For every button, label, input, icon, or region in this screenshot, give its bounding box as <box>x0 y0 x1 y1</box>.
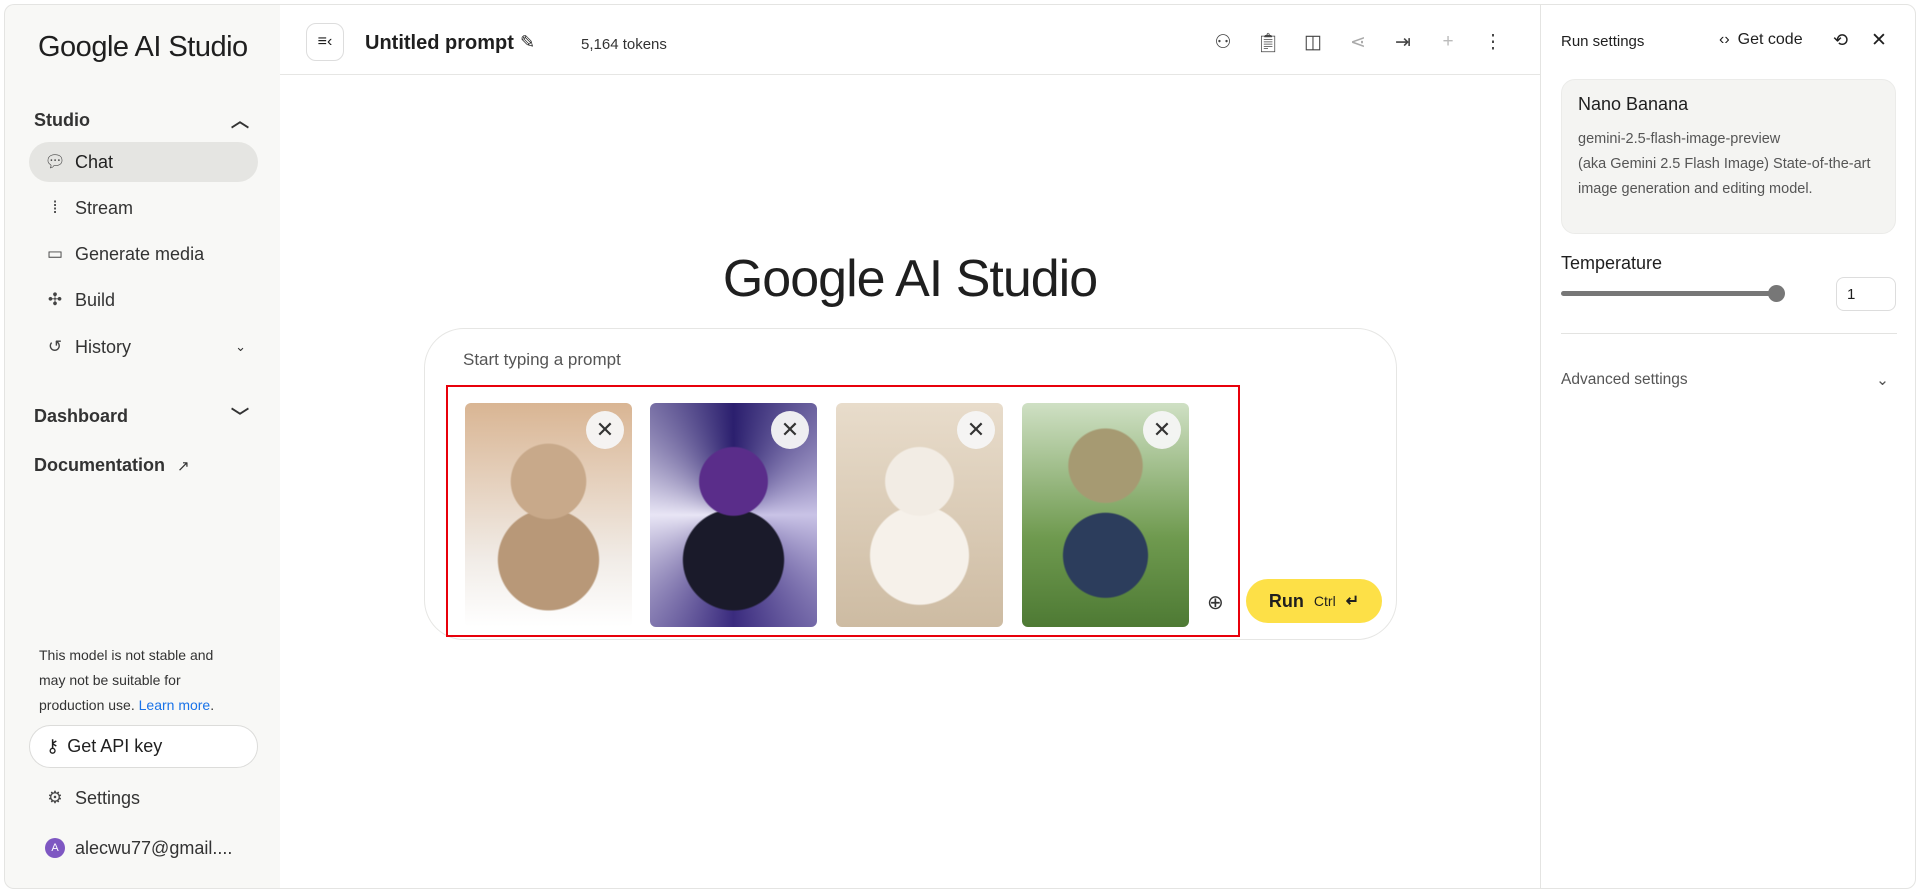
remove-image-icon[interactable]: ✕ <box>957 411 995 449</box>
prompt-title: Untitled prompt <box>365 32 514 54</box>
attached-image-3[interactable]: ✕ <box>836 403 1003 627</box>
account-button[interactable]: Aalecwu77@gmail.... <box>29 828 258 868</box>
account-email: alecwu77@gmail.... <box>75 837 233 858</box>
sidebar-item-build[interactable]: ✣ Build <box>29 280 258 320</box>
add-media-icon[interactable]: ⊕ <box>1207 590 1224 615</box>
sidebar-item-label: Build <box>75 289 116 310</box>
model-card[interactable]: Nano Banana gemini-2.5-flash-image-previ… <box>1561 79 1896 234</box>
app-logo: Google AI Studio <box>38 31 248 63</box>
image-icon: ▭ <box>46 244 64 263</box>
documentation-link[interactable]: Documentation ↗ <box>34 455 190 476</box>
avatar: A <box>45 838 65 858</box>
attached-image-4[interactable]: ✕ <box>1022 403 1189 627</box>
edit-title-icon[interactable]: ✎ <box>520 32 535 53</box>
remove-image-icon[interactable]: ✕ <box>586 411 624 449</box>
enter-icon: ↵ <box>1345 593 1360 610</box>
temperature-slider[interactable] <box>1561 285 1785 302</box>
get-code-button[interactable]: ‹› Get code <box>1719 31 1803 49</box>
code-icon: ‹› <box>1719 31 1730 48</box>
sidebar-item-label: Generate media <box>75 243 205 264</box>
compress-icon[interactable]: ⇥ <box>1390 31 1416 55</box>
header-toolbar: ⚇ 📋︎ ◫ ⋖ ⇥ + ⋮ <box>1210 31 1506 55</box>
gear-icon: ⚙ <box>47 788 63 807</box>
waveform-icon: ⦙ <box>53 198 57 217</box>
studio-section-toggle[interactable]: Studio ︿ <box>34 107 249 133</box>
run-shortcut: Ctrl <box>1313 593 1336 609</box>
key-icon: ⚷ <box>46 736 60 756</box>
sidebar: Google AI Studio Studio ︿ 💬︎ Chat ⦙ Stream … <box>4 4 280 889</box>
sidebar-item-history[interactable]: ↺ History ⌄ <box>29 327 254 367</box>
attached-image-1[interactable]: ✕ <box>465 403 632 627</box>
dashboard-section-toggle[interactable]: Dashboard ﹀ <box>34 403 249 429</box>
documentation-label: Documentation <box>34 455 166 475</box>
temperature-label: Temperature <box>1561 253 1663 273</box>
get-code-label: Get code <box>1737 31 1803 48</box>
run-button[interactable]: Run Ctrl ↵ <box>1246 579 1382 623</box>
chevron-down-icon: ⌄ <box>235 339 246 354</box>
chevron-down-icon: ⌄ <box>1876 372 1889 389</box>
model-notice: This model is not stable and may not be … <box>39 647 215 713</box>
advanced-settings-toggle[interactable]: Advanced settings ⌄ <box>1561 371 1889 390</box>
remove-image-icon[interactable]: ✕ <box>771 411 809 449</box>
more-vert-icon[interactable]: ⋮ <box>1480 31 1506 55</box>
sidebar-item-generate-media[interactable]: ▭ Generate media <box>29 234 258 274</box>
model-name: Nano Banana <box>1578 94 1689 114</box>
close-icon[interactable]: ✕ <box>1871 29 1887 52</box>
sidebar-item-label: Stream <box>75 197 134 218</box>
history-icon: ↺ <box>47 337 63 356</box>
attached-image-2[interactable]: ✕ <box>650 403 817 627</box>
chevron-down-icon: ﹀ <box>231 407 249 427</box>
toggle-sidebar-button[interactable]: ≡‹ <box>306 23 344 61</box>
sidebar-item-chat[interactable]: 💬︎ Chat <box>29 142 258 182</box>
incognito-icon[interactable]: ⚇ <box>1210 31 1236 55</box>
chevron-up-icon: ︿ <box>231 111 249 131</box>
collapse-icon: ≡‹ <box>317 33 333 50</box>
main-area: ≡‹ Untitled prompt ✎ 5,164 tokens ⚇ 📋︎ ◫… <box>280 4 1540 889</box>
advanced-settings-label: Advanced settings <box>1561 371 1688 388</box>
temperature-input[interactable]: 1 <box>1836 277 1896 311</box>
center-logo: Google AI Studio <box>722 250 1098 308</box>
compare-icon[interactable]: ◫ <box>1300 31 1326 55</box>
run-settings-panel: Run settings ‹› Get code ⟲ ✕ Nano Banana … <box>1540 4 1916 889</box>
settings-button[interactable]: ⚙ Settings <box>29 778 258 818</box>
model-description: (aka Gemini 2.5 Flash Image) State-of-th… <box>1578 156 1871 197</box>
divider <box>1561 333 1897 334</box>
plus-icon[interactable]: + <box>1435 31 1461 55</box>
external-link-icon: ↗ <box>177 457 190 475</box>
sidebar-item-stream[interactable]: ⦙ Stream <box>29 188 258 228</box>
puzzle-icon: ✣ <box>47 290 63 309</box>
settings-label: Settings <box>75 787 141 808</box>
run-label: Run <box>1268 590 1304 611</box>
share-icon[interactable]: ⋖ <box>1345 31 1371 55</box>
remove-image-icon[interactable]: ✕ <box>1143 411 1181 449</box>
model-id: gemini-2.5-flash-image-preview <box>1578 131 1781 147</box>
token-count: 5,164 tokens <box>581 36 667 53</box>
prompt-input[interactable]: Start typing a prompt <box>463 350 621 370</box>
api-key-label: Get API key <box>67 736 163 756</box>
chat-icon: 💬︎ <box>44 152 66 171</box>
studio-label: Studio <box>34 109 90 130</box>
run-settings-title: Run settings <box>1561 33 1645 50</box>
dashboard-label: Dashboard <box>34 405 129 426</box>
get-api-key-button[interactable]: ⚷ Get API key <box>29 725 258 768</box>
clipboard-icon[interactable]: 📋︎ <box>1255 31 1281 55</box>
slider-thumb[interactable] <box>1768 285 1785 302</box>
sidebar-item-label: Chat <box>75 151 114 172</box>
reset-settings-icon[interactable]: ⟲ <box>1833 30 1848 51</box>
sidebar-item-label: History <box>75 336 132 357</box>
learn-more-link[interactable]: Learn more <box>139 697 211 713</box>
